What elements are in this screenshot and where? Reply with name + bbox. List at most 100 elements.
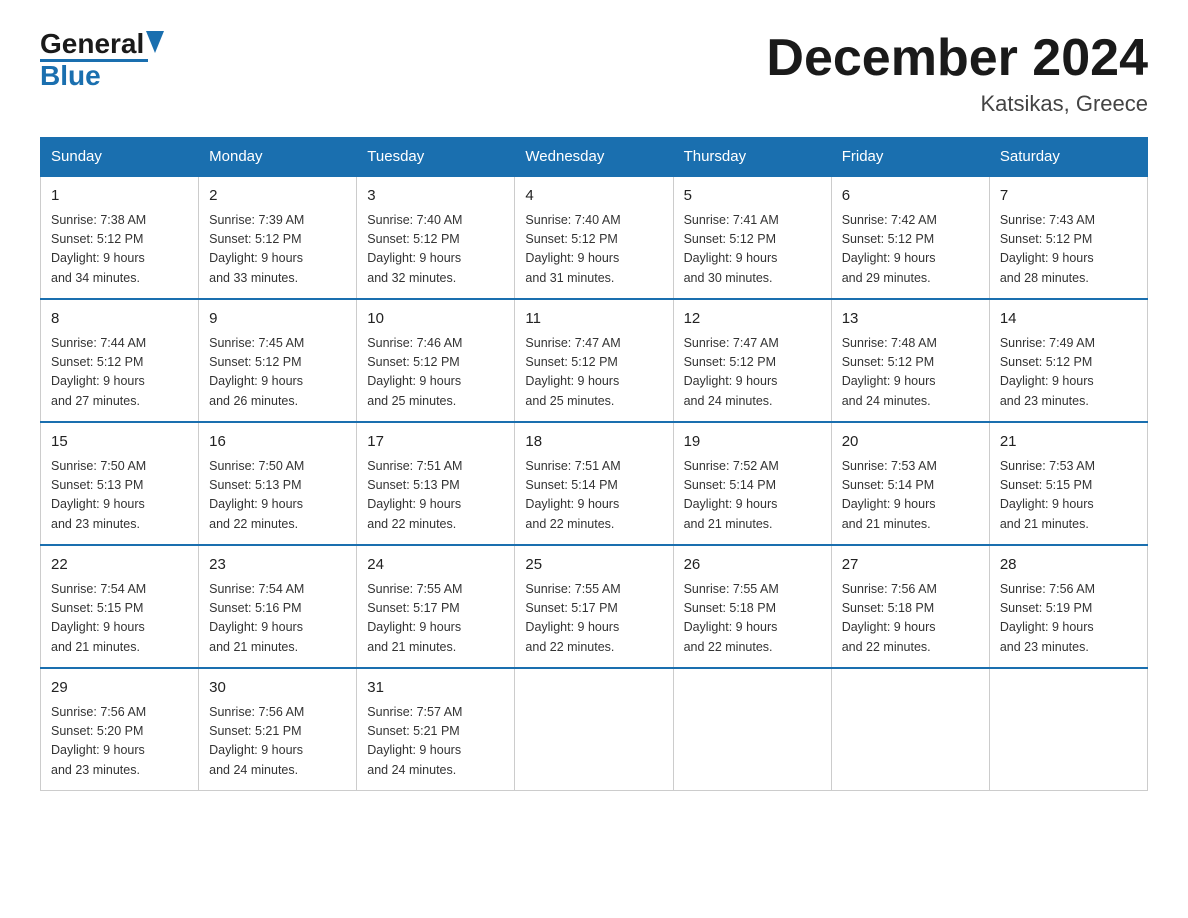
day-number: 9 — [209, 308, 346, 331]
day-info: Sunrise: 7:46 AM Sunset: 5:12 PM Dayligh… — [367, 334, 504, 412]
day-cell: 3 Sunrise: 7:40 AM Sunset: 5:12 PM Dayli… — [357, 176, 515, 299]
day-number: 14 — [1000, 308, 1137, 331]
day-info: Sunrise: 7:56 AM Sunset: 5:20 PM Dayligh… — [51, 703, 188, 781]
day-info: Sunrise: 7:53 AM Sunset: 5:15 PM Dayligh… — [1000, 457, 1137, 535]
day-number: 27 — [842, 554, 979, 577]
day-cell: 15 Sunrise: 7:50 AM Sunset: 5:13 PM Dayl… — [41, 422, 199, 545]
day-cell: 5 Sunrise: 7:41 AM Sunset: 5:12 PM Dayli… — [673, 176, 831, 299]
day-number: 28 — [1000, 554, 1137, 577]
day-cell: 18 Sunrise: 7:51 AM Sunset: 5:14 PM Dayl… — [515, 422, 673, 545]
day-cell: 27 Sunrise: 7:56 AM Sunset: 5:18 PM Dayl… — [831, 545, 989, 668]
logo-blue: Blue — [40, 60, 101, 91]
calendar-header: SundayMondayTuesdayWednesdayThursdayFrid… — [41, 138, 1148, 177]
day-number: 16 — [209, 431, 346, 454]
day-cell: 31 Sunrise: 7:57 AM Sunset: 5:21 PM Dayl… — [357, 668, 515, 791]
day-cell — [989, 668, 1147, 791]
day-number: 26 — [684, 554, 821, 577]
logo-triangle-icon — [146, 31, 164, 53]
day-number: 8 — [51, 308, 188, 331]
day-cell: 6 Sunrise: 7:42 AM Sunset: 5:12 PM Dayli… — [831, 176, 989, 299]
day-cell: 17 Sunrise: 7:51 AM Sunset: 5:13 PM Dayl… — [357, 422, 515, 545]
day-cell: 7 Sunrise: 7:43 AM Sunset: 5:12 PM Dayli… — [989, 176, 1147, 299]
day-info: Sunrise: 7:54 AM Sunset: 5:16 PM Dayligh… — [209, 580, 346, 658]
day-number: 17 — [367, 431, 504, 454]
day-cell: 21 Sunrise: 7:53 AM Sunset: 5:15 PM Dayl… — [989, 422, 1147, 545]
day-number: 29 — [51, 677, 188, 700]
day-number: 3 — [367, 185, 504, 208]
day-cell — [831, 668, 989, 791]
day-info: Sunrise: 7:55 AM Sunset: 5:17 PM Dayligh… — [367, 580, 504, 658]
day-info: Sunrise: 7:56 AM Sunset: 5:18 PM Dayligh… — [842, 580, 979, 658]
day-info: Sunrise: 7:51 AM Sunset: 5:13 PM Dayligh… — [367, 457, 504, 535]
day-info: Sunrise: 7:50 AM Sunset: 5:13 PM Dayligh… — [51, 457, 188, 535]
page-subtitle: Katsikas, Greece — [766, 91, 1148, 117]
day-number: 19 — [684, 431, 821, 454]
day-info: Sunrise: 7:52 AM Sunset: 5:14 PM Dayligh… — [684, 457, 821, 535]
header-row: SundayMondayTuesdayWednesdayThursdayFrid… — [41, 138, 1148, 177]
day-info: Sunrise: 7:50 AM Sunset: 5:13 PM Dayligh… — [209, 457, 346, 535]
day-cell: 26 Sunrise: 7:55 AM Sunset: 5:18 PM Dayl… — [673, 545, 831, 668]
day-cell: 10 Sunrise: 7:46 AM Sunset: 5:12 PM Dayl… — [357, 299, 515, 422]
day-info: Sunrise: 7:45 AM Sunset: 5:12 PM Dayligh… — [209, 334, 346, 412]
day-number: 1 — [51, 185, 188, 208]
day-number: 31 — [367, 677, 504, 700]
day-info: Sunrise: 7:47 AM Sunset: 5:12 PM Dayligh… — [525, 334, 662, 412]
day-info: Sunrise: 7:54 AM Sunset: 5:15 PM Dayligh… — [51, 580, 188, 658]
header-cell-thursday: Thursday — [673, 138, 831, 177]
page-header: General Blue December 2024 Katsikas, Gre… — [40, 30, 1148, 117]
day-info: Sunrise: 7:55 AM Sunset: 5:18 PM Dayligh… — [684, 580, 821, 658]
day-info: Sunrise: 7:40 AM Sunset: 5:12 PM Dayligh… — [367, 211, 504, 289]
day-number: 25 — [525, 554, 662, 577]
day-info: Sunrise: 7:40 AM Sunset: 5:12 PM Dayligh… — [525, 211, 662, 289]
day-cell: 4 Sunrise: 7:40 AM Sunset: 5:12 PM Dayli… — [515, 176, 673, 299]
day-info: Sunrise: 7:39 AM Sunset: 5:12 PM Dayligh… — [209, 211, 346, 289]
day-number: 5 — [684, 185, 821, 208]
day-cell — [515, 668, 673, 791]
week-row-1: 1 Sunrise: 7:38 AM Sunset: 5:12 PM Dayli… — [41, 176, 1148, 299]
day-cell: 22 Sunrise: 7:54 AM Sunset: 5:15 PM Dayl… — [41, 545, 199, 668]
header-cell-monday: Monday — [199, 138, 357, 177]
page-title: December 2024 — [766, 30, 1148, 87]
day-info: Sunrise: 7:43 AM Sunset: 5:12 PM Dayligh… — [1000, 211, 1137, 289]
day-cell — [673, 668, 831, 791]
day-cell: 23 Sunrise: 7:54 AM Sunset: 5:16 PM Dayl… — [199, 545, 357, 668]
logo-general: General — [40, 30, 144, 58]
day-number: 7 — [1000, 185, 1137, 208]
day-cell: 9 Sunrise: 7:45 AM Sunset: 5:12 PM Dayli… — [199, 299, 357, 422]
day-info: Sunrise: 7:53 AM Sunset: 5:14 PM Dayligh… — [842, 457, 979, 535]
day-cell: 2 Sunrise: 7:39 AM Sunset: 5:12 PM Dayli… — [199, 176, 357, 299]
day-number: 18 — [525, 431, 662, 454]
day-number: 10 — [367, 308, 504, 331]
day-cell: 8 Sunrise: 7:44 AM Sunset: 5:12 PM Dayli… — [41, 299, 199, 422]
calendar-body: 1 Sunrise: 7:38 AM Sunset: 5:12 PM Dayli… — [41, 176, 1148, 791]
day-cell: 14 Sunrise: 7:49 AM Sunset: 5:12 PM Dayl… — [989, 299, 1147, 422]
header-cell-tuesday: Tuesday — [357, 138, 515, 177]
day-cell: 24 Sunrise: 7:55 AM Sunset: 5:17 PM Dayl… — [357, 545, 515, 668]
day-cell: 19 Sunrise: 7:52 AM Sunset: 5:14 PM Dayl… — [673, 422, 831, 545]
day-cell: 29 Sunrise: 7:56 AM Sunset: 5:20 PM Dayl… — [41, 668, 199, 791]
week-row-4: 22 Sunrise: 7:54 AM Sunset: 5:15 PM Dayl… — [41, 545, 1148, 668]
day-info: Sunrise: 7:56 AM Sunset: 5:19 PM Dayligh… — [1000, 580, 1137, 658]
day-info: Sunrise: 7:49 AM Sunset: 5:12 PM Dayligh… — [1000, 334, 1137, 412]
day-info: Sunrise: 7:38 AM Sunset: 5:12 PM Dayligh… — [51, 211, 188, 289]
day-number: 20 — [842, 431, 979, 454]
day-info: Sunrise: 7:56 AM Sunset: 5:21 PM Dayligh… — [209, 703, 346, 781]
header-cell-saturday: Saturday — [989, 138, 1147, 177]
day-cell: 16 Sunrise: 7:50 AM Sunset: 5:13 PM Dayl… — [199, 422, 357, 545]
day-cell: 25 Sunrise: 7:55 AM Sunset: 5:17 PM Dayl… — [515, 545, 673, 668]
day-cell: 30 Sunrise: 7:56 AM Sunset: 5:21 PM Dayl… — [199, 668, 357, 791]
title-block: December 2024 Katsikas, Greece — [766, 30, 1148, 117]
week-row-2: 8 Sunrise: 7:44 AM Sunset: 5:12 PM Dayli… — [41, 299, 1148, 422]
week-row-5: 29 Sunrise: 7:56 AM Sunset: 5:20 PM Dayl… — [41, 668, 1148, 791]
day-number: 4 — [525, 185, 662, 208]
day-info: Sunrise: 7:57 AM Sunset: 5:21 PM Dayligh… — [367, 703, 504, 781]
day-number: 24 — [367, 554, 504, 577]
logo: General Blue — [40, 30, 164, 90]
day-info: Sunrise: 7:41 AM Sunset: 5:12 PM Dayligh… — [684, 211, 821, 289]
week-row-3: 15 Sunrise: 7:50 AM Sunset: 5:13 PM Dayl… — [41, 422, 1148, 545]
day-number: 30 — [209, 677, 346, 700]
day-number: 23 — [209, 554, 346, 577]
header-cell-friday: Friday — [831, 138, 989, 177]
day-info: Sunrise: 7:55 AM Sunset: 5:17 PM Dayligh… — [525, 580, 662, 658]
day-info: Sunrise: 7:44 AM Sunset: 5:12 PM Dayligh… — [51, 334, 188, 412]
